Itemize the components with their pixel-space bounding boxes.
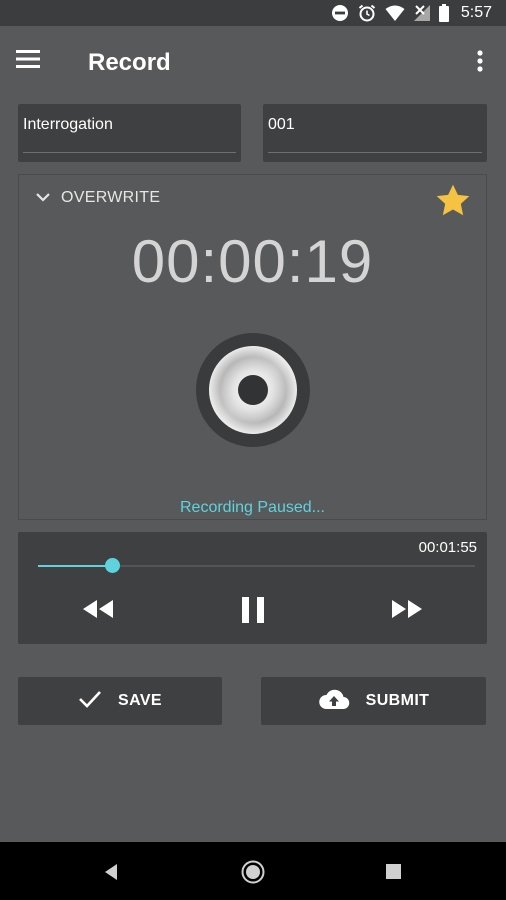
fast-forward-icon xyxy=(390,600,424,625)
back-triangle-icon xyxy=(101,864,123,889)
input-underline xyxy=(268,152,482,153)
record-panel: OVERWRITE 00:00:19 Recording Paused... xyxy=(18,174,487,520)
battery-icon xyxy=(438,4,449,22)
do-not-disturb-icon xyxy=(331,4,349,22)
alarm-icon xyxy=(357,3,377,23)
more-vert-icon xyxy=(468,50,492,80)
record-button[interactable] xyxy=(196,333,310,447)
submit-label: SUBMIT xyxy=(365,692,430,709)
recents-square-icon xyxy=(381,864,407,889)
system-nav-bar xyxy=(0,842,506,900)
total-duration: 00:01:55 xyxy=(418,539,477,556)
seek-bar[interactable] xyxy=(38,558,475,573)
recording-name-field xyxy=(18,104,241,162)
input-underline xyxy=(23,152,236,153)
status-icons: 5:57 xyxy=(331,3,492,23)
overflow-menu-button[interactable] xyxy=(468,48,492,76)
save-label: SAVE xyxy=(118,692,162,709)
status-time: 5:57 xyxy=(460,4,492,21)
recording-status: Recording Paused... xyxy=(180,499,325,516)
chevron-down-icon xyxy=(35,189,51,207)
playback-panel: 00:01:55 xyxy=(18,532,487,644)
overwrite-label: OVERWRITE xyxy=(61,189,161,206)
check-icon xyxy=(78,690,102,713)
save-button[interactable]: SAVE xyxy=(18,677,222,725)
menu-icon xyxy=(16,50,42,74)
overwrite-mode-toggle[interactable]: OVERWRITE xyxy=(35,189,160,207)
page-title: Record xyxy=(88,49,171,76)
pause-icon xyxy=(240,597,266,627)
wifi-icon xyxy=(385,4,405,22)
rewind-button[interactable] xyxy=(81,597,115,623)
nav-back-button[interactable] xyxy=(101,859,127,885)
recording-number-field xyxy=(263,104,487,162)
star-icon xyxy=(434,184,472,223)
fast-forward-button[interactable] xyxy=(390,597,424,623)
status-bar: 5:57 xyxy=(0,0,506,26)
pause-button[interactable] xyxy=(240,597,266,623)
menu-button[interactable] xyxy=(16,48,46,74)
elapsed-timer: 00:00:19 xyxy=(131,228,374,295)
no-signal-icon xyxy=(413,4,431,22)
home-circle-icon xyxy=(240,860,266,889)
seek-bar-progress xyxy=(38,565,113,567)
nav-recents-button[interactable] xyxy=(381,859,407,885)
recording-number-input[interactable] xyxy=(268,116,480,134)
favorite-button[interactable] xyxy=(434,183,472,219)
submit-button[interactable]: SUBMIT xyxy=(261,677,486,725)
rewind-icon xyxy=(81,600,115,625)
seek-bar-thumb[interactable] xyxy=(105,558,121,573)
app-bar: Record xyxy=(0,26,506,98)
cloud-upload-icon xyxy=(318,688,350,715)
recording-name-input[interactable] xyxy=(23,116,234,134)
nav-home-button[interactable] xyxy=(240,859,266,885)
record-disc-icon xyxy=(196,333,310,451)
